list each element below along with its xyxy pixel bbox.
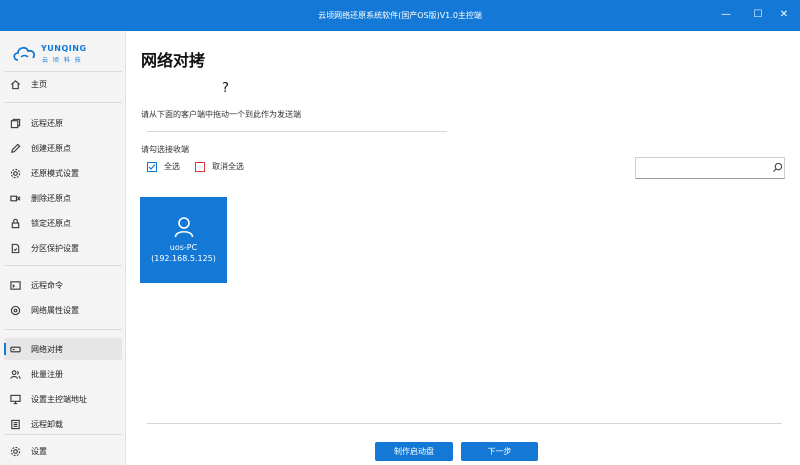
sender-divider xyxy=(147,131,447,132)
minimize-button[interactable]: — xyxy=(718,7,734,23)
cloud-logo-icon xyxy=(13,46,36,61)
sidebar-item-restore-mode[interactable]: 还原模式设置 xyxy=(4,162,122,184)
sender-drop-placeholder[interactable]: ? xyxy=(222,81,229,96)
sidebar-item-remote-command[interactable]: 远程命令 xyxy=(4,274,122,296)
sidebar-item-label: 设置 xyxy=(31,446,47,456)
monitor-icon xyxy=(10,394,21,405)
footer-divider xyxy=(147,423,782,424)
sidebar-item-batch-register[interactable]: 批量注册 xyxy=(4,363,122,385)
sidebar-item-label: 删除还原点 xyxy=(31,193,71,203)
settings-icon xyxy=(10,446,21,457)
maximize-button[interactable]: ☐ xyxy=(750,7,766,23)
sidebar-item-label: 分区保护设置 xyxy=(31,243,79,253)
sidebar-item-set-master-address[interactable]: 设置主控端地址 xyxy=(4,388,122,410)
client-ip: (192.168.5.125) xyxy=(151,254,216,263)
make-boot-disk-button[interactable]: 制作启动盘 xyxy=(375,442,453,461)
sidebar: YUNQING 云 顷 科 技 主页 远程还原 创建还原点 还原模式设置 删除还… xyxy=(0,31,126,465)
sidebar-divider xyxy=(4,329,122,330)
sidebar-item-network-copy[interactable]: 网络对拷 xyxy=(4,338,122,360)
main-panel: 网络对拷 ? 请从下面的客户端中拖动一个到此作为发送端 请勾选接收端 全选 取消… xyxy=(127,31,800,465)
instruction-text: 请从下面的客户端中拖动一个到此作为发送端 xyxy=(141,110,301,119)
network-settings-icon xyxy=(10,305,21,316)
sidebar-item-label: 批量注册 xyxy=(31,369,63,379)
sidebar-item-label: 远程卸载 xyxy=(31,419,63,429)
window-title: 云顷网络还原系统软件(国产OS版)V1.0主控端 xyxy=(318,11,482,20)
users-icon xyxy=(10,369,21,380)
lock-icon xyxy=(10,218,21,229)
sidebar-item-network-props[interactable]: 网络属性设置 xyxy=(4,299,122,321)
sidebar-divider xyxy=(4,71,122,72)
sidebar-item-label: 网络对拷 xyxy=(31,344,63,354)
sidebar-item-label: 设置主控端地址 xyxy=(31,394,87,404)
sidebar-divider xyxy=(4,434,122,435)
select-all-label: 全选 xyxy=(164,162,180,171)
sidebar-item-label: 锁定还原点 xyxy=(31,218,71,228)
sidebar-item-label: 主页 xyxy=(31,79,47,89)
sidebar-item-delete-restore-point[interactable]: 删除还原点 xyxy=(4,187,122,209)
logo-subtext: 云 顷 科 技 xyxy=(42,57,83,64)
deselect-all-label: 取消全选 xyxy=(212,162,244,171)
page-title: 网络对拷 xyxy=(141,51,206,70)
title-bar: 云顷网络还原系统软件(国产OS版)V1.0主控端 — ☐ ✕ xyxy=(0,0,800,31)
sidebar-item-create-restore-point[interactable]: 创建还原点 xyxy=(4,137,122,159)
logo-text: YUNQING xyxy=(41,44,87,53)
sidebar-item-lock-restore-point[interactable]: 锁定还原点 xyxy=(4,212,122,234)
document-icon xyxy=(10,243,21,254)
delete-icon xyxy=(10,193,21,204)
logo: YUNQING 云 顷 科 技 xyxy=(12,41,112,67)
search-icon[interactable] xyxy=(772,162,783,173)
sidebar-item-remote-restore[interactable]: 远程还原 xyxy=(4,112,122,134)
edit-icon xyxy=(10,143,21,154)
close-button[interactable]: ✕ xyxy=(776,7,792,23)
deselect-all-checkbox[interactable]: 取消全选 xyxy=(195,161,244,172)
search-input[interactable] xyxy=(635,157,785,179)
select-all-checkbox[interactable]: 全选 xyxy=(147,161,180,172)
sidebar-item-settings[interactable]: 设置 xyxy=(4,440,122,462)
sidebar-item-remote-uninstall[interactable]: 远程卸载 xyxy=(4,413,122,435)
uninstall-icon xyxy=(10,419,21,430)
home-icon xyxy=(10,79,21,90)
client-card[interactable]: uos-PC (192.168.5.125) xyxy=(140,197,227,283)
sidebar-item-label: 创建还原点 xyxy=(31,143,71,153)
sidebar-item-label: 网络属性设置 xyxy=(31,305,79,315)
gear-icon xyxy=(10,168,21,179)
copy-icon xyxy=(10,118,21,129)
sidebar-item-label: 远程还原 xyxy=(31,118,63,128)
sidebar-item-label: 还原模式设置 xyxy=(31,168,79,178)
next-button[interactable]: 下一步 xyxy=(461,442,538,461)
sidebar-item-home[interactable]: 主页 xyxy=(4,73,122,95)
sidebar-item-partition-protect[interactable]: 分区保护设置 xyxy=(4,237,122,259)
terminal-icon xyxy=(10,280,21,291)
checkbox-checked-icon xyxy=(147,161,157,172)
client-name: uos-PC xyxy=(169,243,198,252)
sidebar-divider xyxy=(4,102,122,103)
disk-icon xyxy=(10,344,21,355)
receiver-select-label: 请勾选接收端 xyxy=(141,145,189,154)
user-icon xyxy=(174,216,194,238)
sidebar-item-label: 远程命令 xyxy=(31,280,63,290)
checkbox-empty-icon xyxy=(195,161,205,172)
sidebar-divider xyxy=(4,265,122,266)
